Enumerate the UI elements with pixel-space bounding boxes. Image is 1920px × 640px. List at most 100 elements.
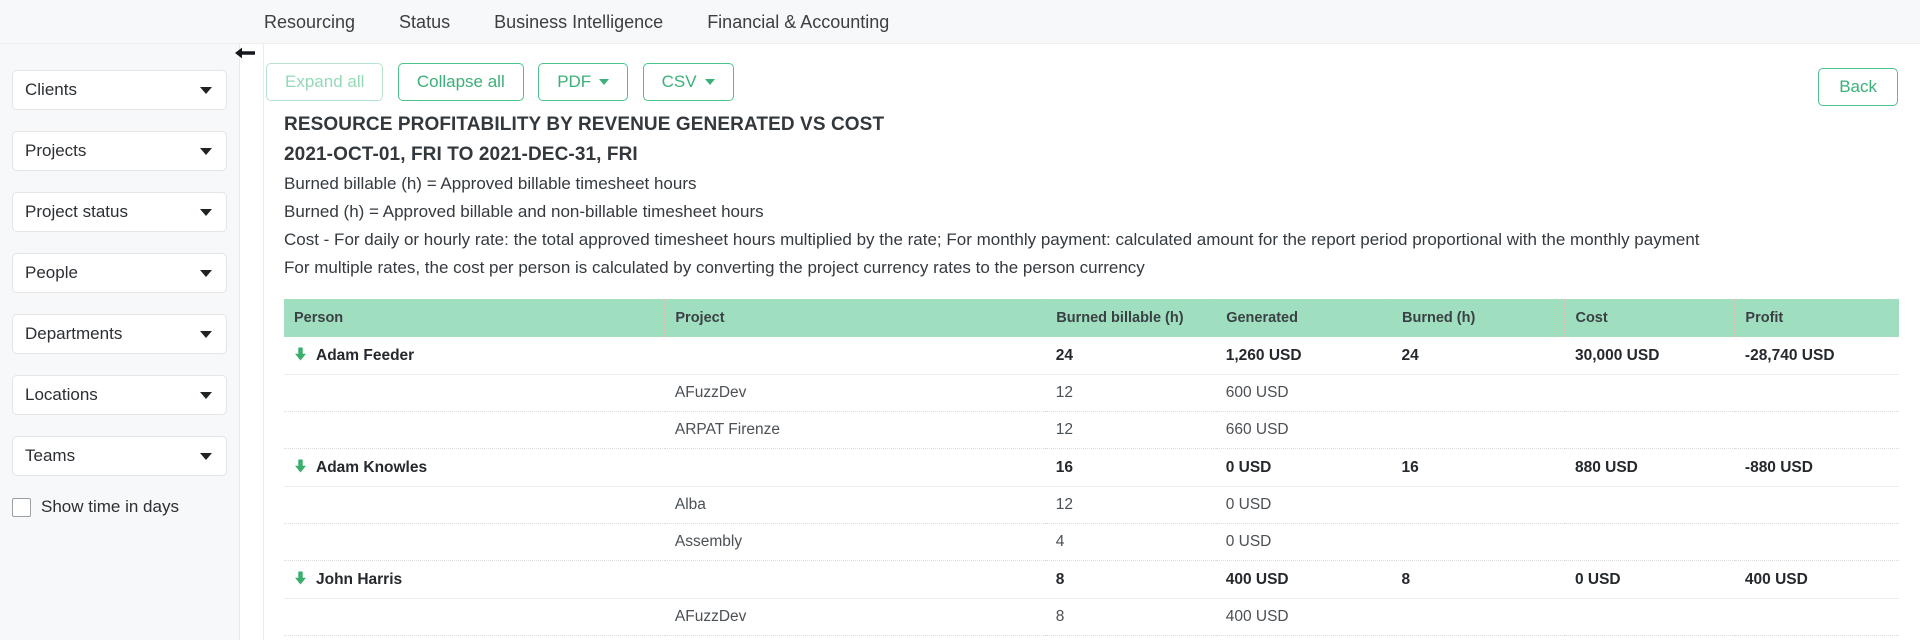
show-time-in-days-checkbox[interactable] <box>12 497 31 517</box>
cell-burned <box>1391 411 1565 449</box>
cell-project: ARPAT Firenze <box>664 411 1046 449</box>
filter-locations-label: Locations <box>25 385 98 404</box>
table-row-project[interactable]: AFuzzDev 12 600 USD <box>284 374 1899 412</box>
cell-burned-billable: 12 <box>1045 486 1216 524</box>
report-title: RESOURCE PROFITABILITY BY REVENUE GENERA… <box>284 114 885 135</box>
cell-profit: 400 USD <box>1734 560 1899 599</box>
cell-profit <box>1734 411 1899 449</box>
csv-export-button[interactable]: CSV <box>642 63 734 101</box>
cell-profit: -880 USD <box>1734 448 1899 487</box>
table-row-project[interactable]: Assembly 4 0 USD <box>284 523 1899 561</box>
filter-people[interactable]: People <box>12 253 227 293</box>
column-header-cost[interactable]: Cost <box>1564 299 1736 337</box>
chevron-down-icon <box>200 269 212 277</box>
cell-burned-billable: 16 <box>1045 448 1216 487</box>
cell-burned-billable: 12 <box>1045 411 1216 449</box>
report-note-cost: Cost - For daily or hourly rate: the tot… <box>284 230 1700 249</box>
report-toolbar: Expand all Collapse all PDF CSV Back <box>266 44 1920 110</box>
column-header-burned-billable[interactable]: Burned billable (h) <box>1045 299 1217 337</box>
arrow-down-icon[interactable] <box>294 459 307 478</box>
cell-burned: 8 <box>1391 560 1565 599</box>
cell-project: AFuzzDev <box>664 598 1046 636</box>
cell-profit <box>1734 598 1899 636</box>
cell-profit <box>1734 486 1899 524</box>
collapse-all-button[interactable]: Collapse all <box>397 63 524 101</box>
report-main-panel: Expand all Collapse all PDF CSV Back RES… <box>263 44 1920 640</box>
column-header-generated[interactable]: Generated <box>1215 299 1393 337</box>
table-row-person[interactable]: John Harris 8 400 USD 8 0 USD 400 USD <box>284 560 1899 599</box>
table-row-person[interactable]: Adam Feeder 24 1,260 USD 24 30,000 USD -28,74… <box>284 337 1899 375</box>
nav-tab-business-intelligence[interactable]: Business Intelligence <box>494 0 663 44</box>
table-header: Person Project Burned billable (h) Gener… <box>284 299 1899 337</box>
cell-burned <box>1391 486 1565 524</box>
cell-burned-billable: 12 <box>1045 374 1216 412</box>
cell-burned <box>1391 598 1565 636</box>
cell-generated: 400 USD <box>1215 560 1392 599</box>
nav-tab-financial-accounting[interactable]: Financial & Accounting <box>707 0 889 44</box>
cell-person: John Harris <box>284 560 665 599</box>
chevron-down-icon <box>200 147 212 155</box>
table-row-project[interactable]: AFuzzDev 8 400 USD <box>284 598 1899 636</box>
arrow-down-icon[interactable] <box>294 347 307 366</box>
cell-generated: 600 USD <box>1215 374 1392 412</box>
cell-generated: 0 USD <box>1215 448 1392 487</box>
cell-cost: 0 USD <box>1564 560 1735 599</box>
chevron-down-icon <box>599 79 610 85</box>
cell-generated: 400 USD <box>1215 598 1392 636</box>
column-header-profit[interactable]: Profit <box>1734 299 1899 337</box>
top-navigation-bar: Resourcing Status Business Intelligence … <box>0 0 1920 44</box>
filter-project-status-label: Project status <box>25 202 128 221</box>
cell-cost: 30,000 USD <box>1564 337 1735 375</box>
chevron-down-icon <box>200 208 212 216</box>
cell-project: AFuzzDev <box>664 374 1046 412</box>
table-body: Adam Feeder 24 1,260 USD 24 30,000 USD -28,74… <box>284 337 1899 636</box>
filter-clients[interactable]: Clients <box>12 70 227 110</box>
column-header-burned[interactable]: Burned (h) <box>1391 299 1566 337</box>
cell-person <box>284 598 665 636</box>
chevron-down-icon <box>200 452 212 460</box>
filter-departments[interactable]: Departments <box>12 314 227 354</box>
table-row-project[interactable]: Alba 12 0 USD <box>284 486 1899 524</box>
column-header-project[interactable]: Project <box>664 299 1047 337</box>
cell-profit <box>1734 374 1899 412</box>
column-header-person[interactable]: Person <box>284 299 666 337</box>
show-time-in-days-row[interactable]: Show time in days <box>12 497 227 517</box>
cell-person: Adam Knowles <box>284 448 665 487</box>
arrow-down-icon[interactable] <box>294 571 307 590</box>
filter-projects[interactable]: Projects <box>12 131 227 171</box>
filter-project-status[interactable]: Project status <box>12 192 227 232</box>
cell-person <box>284 374 665 412</box>
table-row-person[interactable]: Adam Knowles 16 0 USD 16 880 USD -880 USD <box>284 448 1899 487</box>
csv-export-label: CSV <box>661 72 697 91</box>
report-note-multiple-rates: For multiple rates, the cost per person … <box>284 258 1145 277</box>
filters-sidebar: Clients Projects Project status People D… <box>0 44 240 640</box>
report-date-range: 2021-OCT-01, FRI TO 2021-DEC-31, FRI <box>284 144 638 165</box>
collapse-sidebar-button[interactable] <box>232 40 258 66</box>
pdf-export-button[interactable]: PDF <box>538 63 629 101</box>
nav-tab-status[interactable]: Status <box>399 0 450 44</box>
arrow-left-icon <box>235 47 255 59</box>
cell-project: Assembly <box>664 523 1046 561</box>
table-row-project[interactable]: ARPAT Firenze 12 660 USD <box>284 411 1899 449</box>
expand-all-button[interactable]: Expand all <box>266 63 384 101</box>
filter-locations[interactable]: Locations <box>12 375 227 415</box>
cell-burned-billable: 8 <box>1045 560 1216 599</box>
chevron-down-icon <box>200 330 212 338</box>
cell-generated: 660 USD <box>1215 411 1392 449</box>
cell-generated: 0 USD <box>1215 486 1392 524</box>
report-note-burned: Burned (h) = Approved billable and non-b… <box>284 202 764 221</box>
person-name: John Harris <box>316 571 403 588</box>
cell-burned <box>1391 523 1565 561</box>
cell-burned-billable: 4 <box>1045 523 1216 561</box>
cell-person <box>284 411 665 449</box>
cell-burned: 16 <box>1391 448 1565 487</box>
person-name: Adam Knowles <box>316 459 428 476</box>
cell-cost <box>1564 411 1735 449</box>
report-table-container: Person Project Burned billable (h) Gener… <box>284 299 1899 636</box>
filter-teams[interactable]: Teams <box>12 436 227 476</box>
nav-tab-resourcing[interactable]: Resourcing <box>264 0 355 44</box>
chevron-down-icon <box>704 79 715 85</box>
back-button[interactable]: Back <box>1818 68 1898 106</box>
report-heading: RESOURCE PROFITABILITY BY REVENUE GENERA… <box>264 110 1920 282</box>
cell-cost <box>1564 598 1735 636</box>
